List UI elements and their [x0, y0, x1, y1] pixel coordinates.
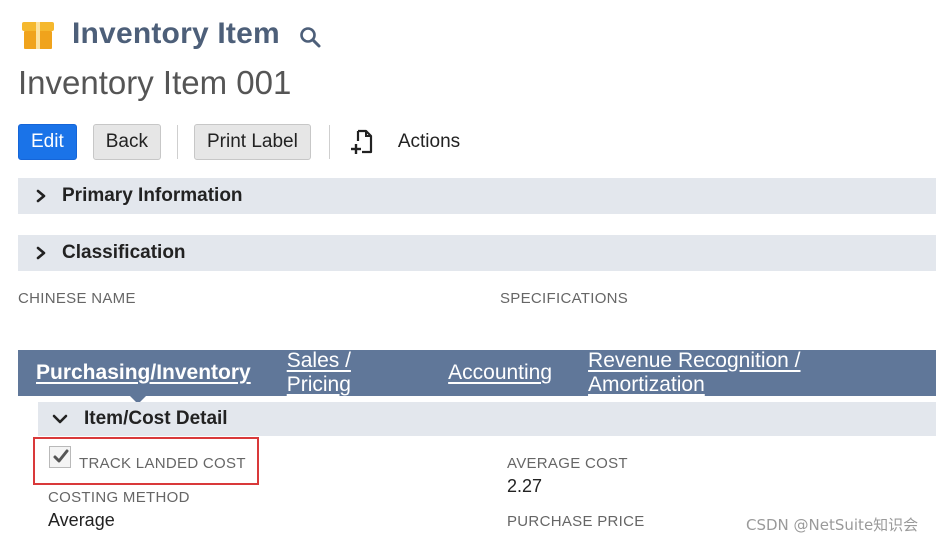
subtab-bar: Purchasing/Inventory Sales / Pricing Acc… [18, 349, 936, 397]
track-landed-cost-checkbox[interactable] [49, 446, 71, 468]
section-item-cost-detail[interactable]: Item/Cost Detail [38, 402, 936, 436]
search-icon[interactable] [298, 25, 322, 49]
toolbar: Edit Back Print Label Actions [18, 123, 460, 160]
tab-sales-pricing[interactable]: Sales / Pricing [287, 349, 412, 397]
print-label-button[interactable]: Print Label [194, 123, 311, 160]
toolbar-divider [328, 124, 330, 159]
box-icon [22, 18, 54, 50]
track-landed-cost-label: TRACK LANDED COST [79, 455, 246, 472]
section-primary-information[interactable]: Primary Information [18, 178, 936, 214]
watermark: CSDN @NetSuite知识会 [746, 516, 919, 534]
checkmark-icon [53, 449, 69, 463]
specifications-label: SPECIFICATIONS [500, 290, 629, 307]
costing-method-value: Average [48, 510, 115, 530]
costing-method-label: COSTING METHOD [48, 489, 190, 506]
section-label: Item/Cost Detail [84, 408, 228, 429]
chinese-name-label: CHINESE NAME [18, 290, 136, 307]
section-classification[interactable]: Classification [18, 235, 936, 271]
purchase-price-label: PURCHASE PRICE [507, 513, 645, 530]
section-label: Classification [62, 242, 186, 263]
tab-revenue-recognition[interactable]: Revenue Recognition / Amortization [588, 349, 900, 397]
toolbar-divider [177, 124, 178, 159]
average-cost-value: 2.27 [507, 476, 543, 496]
tab-accounting[interactable]: Accounting [448, 361, 552, 385]
back-button[interactable]: Back [92, 123, 161, 160]
section-label: Primary Information [62, 185, 243, 206]
new-document-icon[interactable] [350, 128, 376, 156]
chevron-right-icon [36, 189, 46, 203]
record-type-header: Inventory Item [22, 14, 322, 54]
chevron-down-icon [52, 414, 68, 424]
actions-menu[interactable]: Actions [398, 131, 460, 153]
record-name: Inventory Item 001 [18, 64, 292, 101]
edit-button[interactable]: Edit [18, 123, 77, 160]
chevron-right-icon [36, 246, 46, 260]
tab-purchasing-inventory[interactable]: Purchasing/Inventory [36, 361, 251, 385]
average-cost-label: AVERAGE COST [507, 455, 628, 472]
record-type-title: Inventory Item [72, 17, 280, 50]
